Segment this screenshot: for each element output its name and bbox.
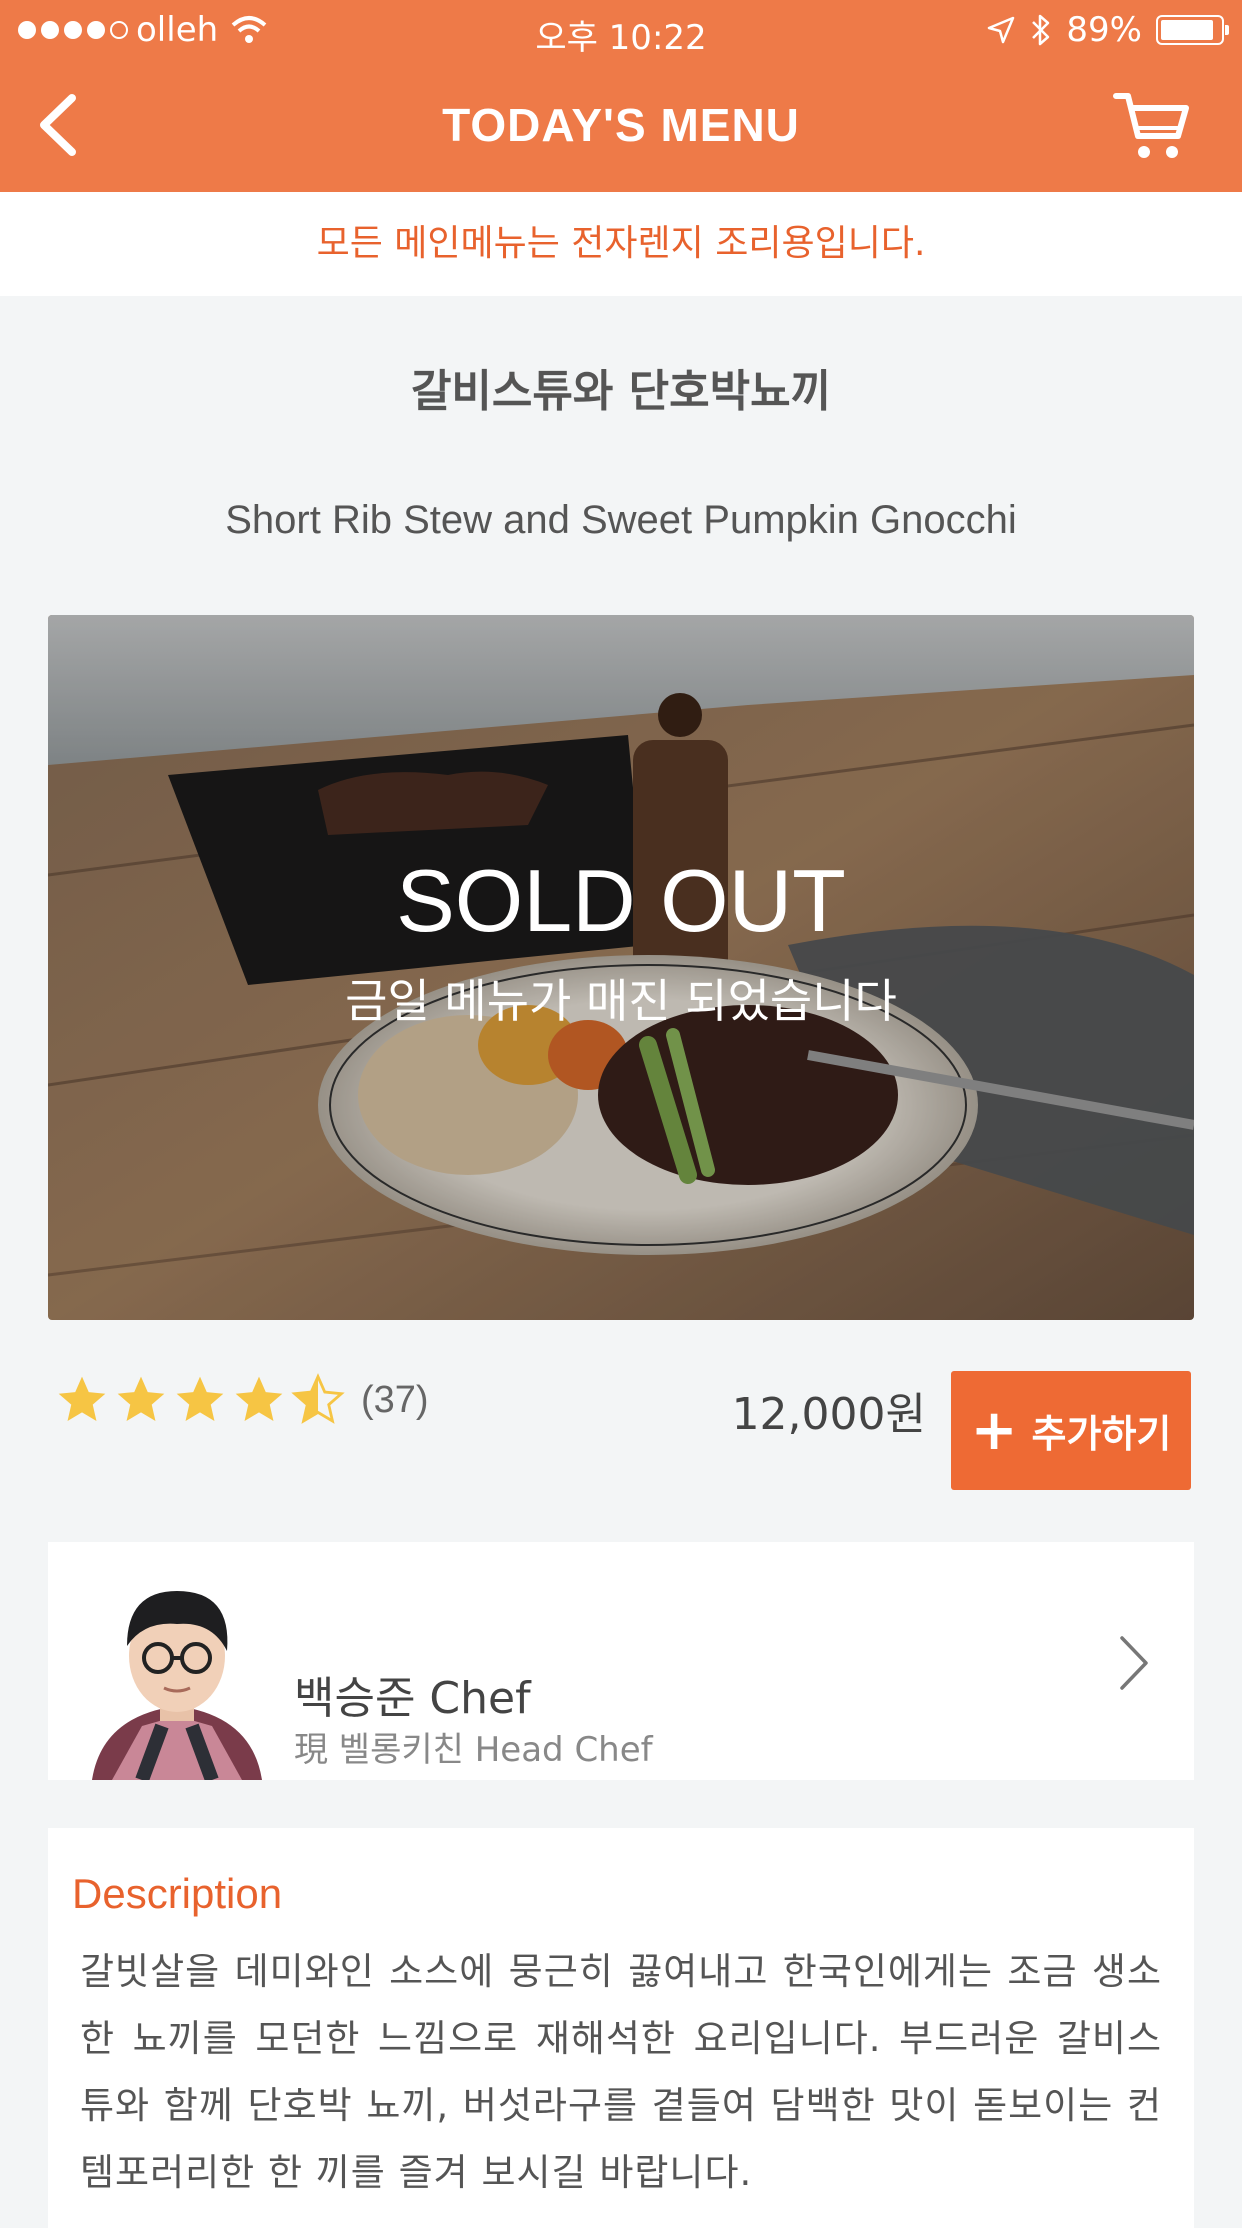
- price: 12,000원: [731, 1389, 926, 1440]
- microwave-notice: 모든 메인메뉴는 전자렌지 조리용입니다.: [0, 192, 1242, 296]
- chevron-right-icon: [1120, 1636, 1148, 1690]
- rating-count: (37): [361, 1378, 429, 1421]
- bluetooth-icon: [1032, 14, 1050, 46]
- chef-role: 現 벨롱키친 Head Chef: [294, 1730, 653, 1770]
- status-bar: olleh 오후 10:22 89%: [0, 0, 1242, 60]
- star-half-icon: [291, 1373, 345, 1424]
- nav-bar: TODAY'S MENU: [0, 60, 1242, 192]
- menu-title-english: Short Rib Stew and Sweet Pumpkin Gnocchi: [225, 498, 1017, 542]
- add-to-cart-button[interactable]: + 추가하기: [951, 1371, 1191, 1490]
- cart-button[interactable]: [1112, 88, 1192, 164]
- rating: (37): [54, 1372, 429, 1428]
- chef-card[interactable]: 백승준 Chef 現 벨롱키친 Head Chef: [48, 1542, 1194, 1780]
- chef-portrait-illustration: [92, 1591, 262, 1780]
- plus-icon: +: [970, 1397, 1018, 1463]
- description-card: Description 갈빗살을 데미와인 소스에 뭉근히 끓여내고 한국인에게…: [48, 1828, 1194, 2228]
- star-filled-icon: [58, 1376, 106, 1421]
- description-title: Description: [72, 1870, 283, 1917]
- star-filled-icon: [235, 1376, 283, 1421]
- star-filled-icon: [176, 1376, 224, 1421]
- menu-photo: SOLD OUT 금일 메뉴가 매진 되었습니다: [48, 615, 1194, 1320]
- sold-out-label: SOLD OUT: [396, 851, 846, 950]
- battery-percent: 89%: [1066, 10, 1142, 50]
- chef-avatar: [82, 1566, 272, 1780]
- menu-title-korean: 갈비스튜와 단호박뇨끼: [410, 366, 832, 417]
- chef-name: 백승준 Chef: [294, 1673, 531, 1724]
- sold-out-message: 금일 메뉴가 매진 되었습니다: [345, 974, 897, 1028]
- location-arrow-icon: [988, 16, 1015, 44]
- battery-icon: [1156, 15, 1229, 45]
- page-title: TODAY'S MENU: [442, 99, 800, 151]
- add-button-label: 추가하기: [1031, 1412, 1172, 1456]
- cart-icon: [1113, 93, 1189, 158]
- description-body: 갈빗살을 데미와인 소스에 뭉근히 끓여내고 한국인에게는 조금 생소한 뇨끼를…: [80, 1950, 1162, 2194]
- star-filled-icon: [117, 1376, 165, 1421]
